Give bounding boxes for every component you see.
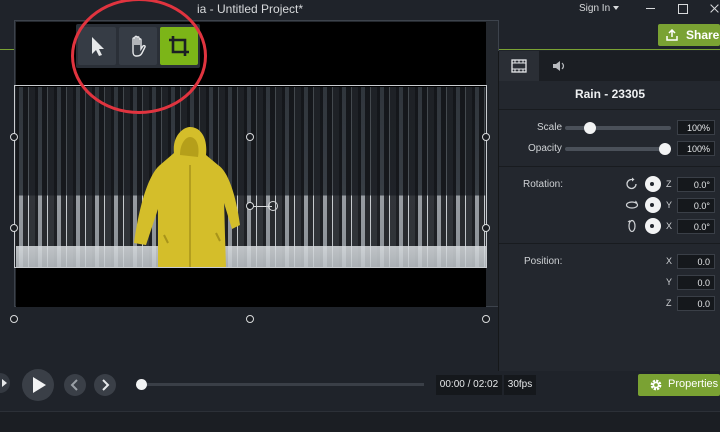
crop-tool[interactable] bbox=[160, 27, 198, 65]
tab-visual-properties[interactable] bbox=[499, 51, 539, 81]
rotate-y-icon bbox=[625, 200, 639, 209]
share-label: Share bbox=[686, 28, 720, 42]
rotation-y-dial[interactable] bbox=[645, 197, 661, 213]
rotation-y-axis: Y bbox=[666, 200, 673, 210]
hand-pan-tool[interactable] bbox=[119, 27, 157, 65]
hand-icon bbox=[132, 35, 146, 57]
scale-field[interactable]: 100% bbox=[677, 120, 715, 135]
play-small-icon bbox=[2, 379, 7, 387]
position-y-field[interactable]: 0.0 bbox=[677, 275, 715, 290]
video-clip[interactable] bbox=[16, 87, 486, 268]
rotation-x-dial[interactable] bbox=[645, 218, 661, 234]
previous-marker-button[interactable] bbox=[64, 374, 86, 396]
sign-in-menu[interactable]: Sign In bbox=[579, 3, 620, 14]
chevron-right-icon bbox=[102, 379, 110, 391]
resize-handle-bottom-left[interactable] bbox=[10, 315, 18, 323]
rotation-x-field[interactable]: 0.0° bbox=[677, 219, 715, 234]
scale-slider[interactable] bbox=[565, 122, 671, 134]
position-x-axis: X bbox=[666, 256, 673, 266]
resize-handle-bottom[interactable] bbox=[246, 315, 254, 323]
divider bbox=[499, 243, 720, 244]
chevron-down-icon bbox=[613, 6, 620, 11]
opacity-slider-knob[interactable] bbox=[659, 143, 671, 155]
person-in-raincoat bbox=[134, 127, 240, 268]
center-handle[interactable] bbox=[246, 202, 254, 210]
opacity-label: Opacity bbox=[528, 143, 562, 154]
scale-slider-knob[interactable] bbox=[584, 122, 596, 134]
rotate-z-icon bbox=[626, 177, 637, 190]
rotation-label: Rotation: bbox=[523, 179, 564, 190]
crop-icon bbox=[169, 36, 189, 56]
playhead-knob[interactable] bbox=[136, 379, 147, 390]
timeline-header bbox=[0, 411, 720, 432]
scrubber-track[interactable] bbox=[140, 383, 424, 386]
rotation-y-field[interactable]: 0.0° bbox=[677, 198, 715, 213]
resize-handle-top[interactable] bbox=[246, 133, 254, 141]
opacity-slider[interactable] bbox=[565, 143, 671, 155]
properties-button[interactable]: Properties bbox=[638, 374, 720, 396]
tab-audio-properties[interactable] bbox=[539, 51, 579, 81]
playback-bar: 00:00 / 02:02 30fps Properties bbox=[0, 369, 720, 411]
divider bbox=[499, 166, 720, 167]
minimize-button[interactable] bbox=[636, 0, 666, 18]
rotation-z-axis: Z bbox=[666, 179, 672, 189]
properties-panel: Rain - 23305 Scale 100% Opacity 100% Rot… bbox=[498, 51, 720, 371]
speaker-icon bbox=[553, 61, 565, 71]
share-upload-icon bbox=[666, 29, 678, 41]
position-z-field[interactable]: 0.0 bbox=[677, 296, 715, 311]
clip-title: Rain - 23305 bbox=[574, 87, 646, 101]
rotation-handle[interactable] bbox=[268, 201, 278, 211]
resize-handle-bottom-right[interactable] bbox=[482, 315, 490, 323]
chevron-left-icon bbox=[70, 379, 78, 391]
fps-display[interactable]: 30fps bbox=[504, 375, 536, 395]
editor-window: ia - Untitled Project* Sign In % Share bbox=[0, 0, 720, 432]
properties-label: Properties bbox=[668, 378, 719, 390]
rotation-z-field[interactable]: 0.0° bbox=[677, 177, 715, 192]
sign-in-label: Sign In bbox=[579, 3, 611, 14]
maximize-button[interactable] bbox=[668, 0, 698, 18]
position-z-axis: Z bbox=[666, 298, 672, 308]
title-bar: ia - Untitled Project* Sign In bbox=[0, 0, 720, 20]
play-icon bbox=[33, 377, 46, 393]
tree-trunks bbox=[16, 87, 486, 268]
resize-handle-right[interactable] bbox=[482, 224, 490, 232]
arrow-cursor-icon bbox=[92, 37, 104, 56]
close-window-button[interactable] bbox=[700, 0, 720, 18]
opacity-field[interactable]: 100% bbox=[677, 141, 715, 156]
share-button[interactable]: Share bbox=[658, 24, 720, 46]
panel-tabs bbox=[499, 51, 720, 81]
position-y-axis: Y bbox=[666, 277, 673, 287]
gear-icon bbox=[650, 379, 662, 391]
rotate-x-icon bbox=[627, 219, 636, 233]
canvas-tool-picker bbox=[76, 24, 200, 68]
rotation-z-dial[interactable] bbox=[645, 176, 661, 192]
resize-handle-left[interactable] bbox=[10, 224, 18, 232]
arrow-select-tool[interactable] bbox=[78, 27, 116, 65]
step-back-button[interactable] bbox=[0, 373, 10, 393]
next-marker-button[interactable] bbox=[94, 374, 116, 396]
play-button[interactable] bbox=[22, 369, 54, 401]
scale-label: Scale bbox=[537, 122, 563, 133]
time-display: 00:00 / 02:02 bbox=[436, 375, 502, 395]
divider bbox=[499, 109, 720, 110]
resize-handle-top-right[interactable] bbox=[482, 133, 490, 141]
position-label: Position: bbox=[524, 256, 563, 267]
window-title: ia - Untitled Project* bbox=[197, 2, 304, 16]
snow-ground bbox=[16, 246, 486, 268]
position-x-field[interactable]: 0.0 bbox=[677, 254, 715, 269]
resize-handle-top-left[interactable] bbox=[10, 133, 18, 141]
rotation-x-axis: X bbox=[666, 221, 673, 231]
film-icon bbox=[511, 59, 527, 73]
